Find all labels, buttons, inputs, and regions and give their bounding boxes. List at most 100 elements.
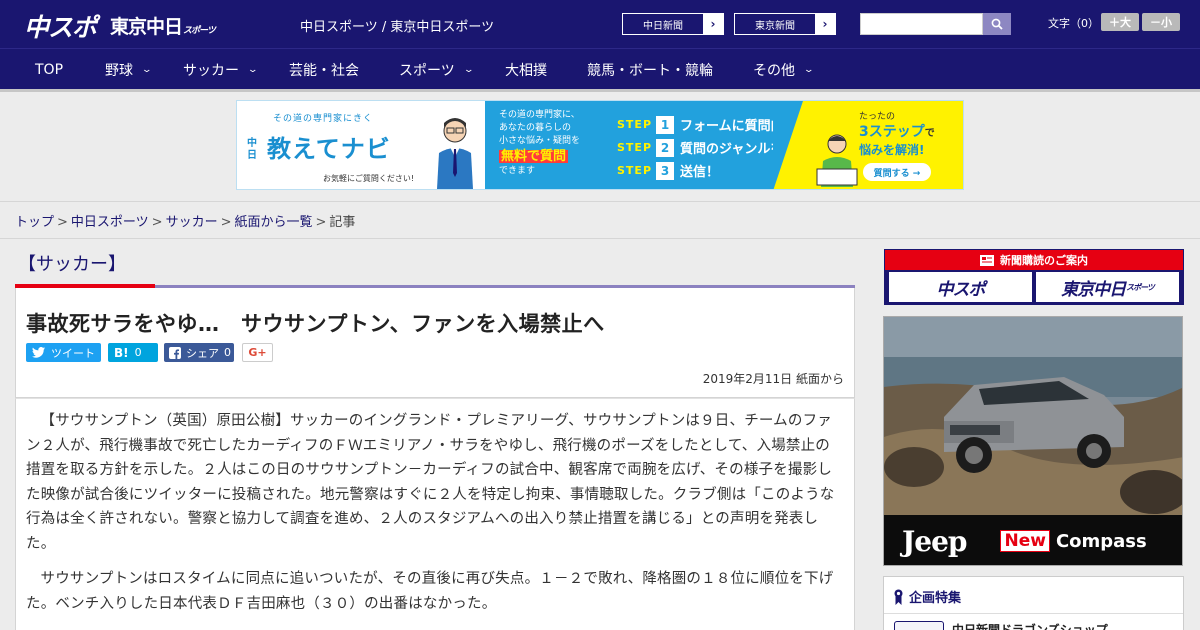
logo-text: 東京中日 (1061, 279, 1126, 300)
divider (0, 238, 1200, 239)
subscription-box[interactable]: 新聞購読のご案内 中スポ 東京中日 スポーツ (884, 249, 1184, 305)
chevron-down-icon: ⌄ (247, 64, 259, 75)
tweet-label: ツイート (51, 346, 95, 360)
article-paragraph: サウサンプトンはロスタイムに同点に追いついたが、その直後に再び失点。１－２で敗れ… (26, 571, 834, 612)
tokyo-chunichi-logo[interactable]: 東京中日スポーツ (110, 12, 216, 39)
tokyo-shimbun-link[interactable]: 東京新聞 › (734, 13, 836, 35)
breadcrumb-top[interactable]: トップ (15, 215, 54, 230)
article-header: 事故死サラをやゆ… サウサンプトン、ファンを入場禁止へ ツイート B! 0 シェ… (15, 288, 855, 398)
ribbon-icon (894, 589, 903, 605)
nav-item-baseball[interactable]: 野球 ⌄ (105, 49, 153, 90)
font-size-decrease-button[interactable]: －小 (1142, 13, 1180, 31)
nav-item-sports[interactable]: スポーツ ⌄ (399, 49, 475, 90)
hatena-bookmark-button[interactable]: B! 0 (108, 343, 158, 362)
tokyo-logo-small: スポーツ (183, 26, 216, 36)
breadcrumb-paper-list[interactable]: 紙面から一覧 (235, 215, 313, 230)
chevron-right-icon: › (815, 14, 835, 34)
banner-brand-small: 中日 (247, 138, 258, 161)
banner-step-3: STEP 3 送信！ (617, 161, 719, 180)
step-word: STEP (617, 164, 653, 177)
jeep-brand: Jeep (902, 524, 967, 558)
chuspo-logo[interactable]: 中スポ (24, 8, 97, 44)
feature-title-text: 企画特集 (909, 591, 962, 606)
breadcrumb-current: 記事 (329, 215, 356, 230)
banner-title-text: 教えてナビ (267, 135, 391, 163)
nav-label: TOP (35, 61, 64, 78)
banner-note: お気軽にご質問ください! (323, 174, 415, 183)
subscription-header: 新聞購読のご案内 (885, 250, 1183, 270)
chevron-down-icon: ⌄ (803, 64, 815, 75)
article-headline: 事故死サラをやゆ… サウサンプトン、ファンを入場禁止へ (26, 312, 605, 336)
banner-cta-big: 3ステップ (859, 124, 925, 140)
banner-sub: その道の専門家にきく (273, 114, 374, 124)
hatena-icon: B! (114, 345, 129, 360)
banner-steps-panel: STEP 1 フォームに質問内容を入力 STEP 2 質問のジャンルを選択 STEP 3 送… (603, 101, 836, 189)
nav-item-soccer[interactable]: サッカー ⌄ (183, 49, 259, 90)
nav-item-sumo[interactable]: 大相撲 (505, 49, 547, 90)
nav-label: 大相撲 (505, 62, 547, 79)
ask-question-button[interactable]: 質問する → (863, 163, 931, 181)
banner-diagonal-shape (773, 101, 803, 189)
banner-desc-line: あなたの暮らしの (499, 123, 572, 133)
step-word: STEP (617, 141, 653, 154)
jeep-compass-ad[interactable]: Jeep New Compass (883, 316, 1183, 566)
nav-item-keiba[interactable]: 競馬・ボート・競輪 (587, 49, 713, 90)
tweet-button[interactable]: ツイート (26, 343, 101, 362)
breadcrumb-soccer[interactable]: サッカー (166, 215, 218, 230)
tokyo-shimbun-label: 東京新聞 (755, 20, 795, 32)
subscription-chuspo-logo[interactable]: 中スポ (889, 272, 1032, 302)
chevron-right-icon: › (703, 14, 723, 34)
step-number: 3 (656, 161, 675, 180)
ad-bottom-bar: Jeep New Compass (884, 515, 1182, 565)
nav-label: サッカー (183, 62, 239, 79)
businessman-illustration-icon (437, 118, 473, 189)
step-number: 1 (656, 115, 675, 134)
search-icon (991, 18, 1003, 30)
nav-label: 競馬・ボート・競輪 (587, 62, 713, 79)
person-laptop-illustration-icon (816, 134, 858, 187)
article-dateline: 2019年2月11日 紙面から (702, 372, 844, 386)
article-body: 【サウサンプトン（英国）原田公樹】サッカーのイングランド・プレミアリーグ、サウサ… (15, 398, 855, 630)
compass-model: Compass (1055, 530, 1147, 552)
breadcrumb: トップ > 中日スポーツ > サッカー > 紙面から一覧 > 記事 (15, 211, 355, 230)
oshiete-navi-banner[interactable]: その道の専門家にきく 中日 教えてナビ お気軽にご質問ください! その道の専門家に… (236, 100, 964, 190)
divider (0, 201, 1200, 202)
banner-desc-line: 小さな悩み・疑問を (499, 136, 581, 146)
banner-cta-suffix: で (924, 128, 935, 139)
breadcrumb-chunichi-sports[interactable]: 中日スポーツ (71, 215, 149, 230)
banner-description-panel: その道の専門家に、 あなたの暮らしの 小さな悩み・疑問を 無料で質問 できます (485, 101, 603, 189)
chunichi-shimbun-link[interactable]: 中日新聞 › (622, 13, 724, 35)
google-plus-button[interactable]: G+ (242, 343, 273, 362)
new-badge: New (1000, 530, 1050, 552)
breadcrumb-sep: > (315, 215, 327, 230)
feature-box: 企画特集 中日新聞ドラゴンズショップ (883, 576, 1184, 630)
feature-thumbnail[interactable] (894, 621, 944, 630)
feature-item-link[interactable]: 中日新聞ドラゴンズショップ (952, 621, 1108, 630)
step-text: 送信！ (680, 165, 720, 180)
facebook-share-count: 0 (224, 346, 231, 359)
subscription-title: 新聞購読のご案内 (1000, 254, 1088, 267)
nav-item-top[interactable]: TOP (35, 49, 63, 90)
banner-desc-line: その道の専門家に、 (499, 110, 580, 120)
search-button[interactable] (983, 13, 1011, 35)
font-size-increase-button[interactable]: ＋大 (1101, 13, 1139, 31)
nav-label: スポーツ (399, 62, 455, 79)
banner-desc-line: できます (499, 166, 536, 176)
article-category[interactable]: 【サッカー】 (18, 250, 126, 276)
chevron-down-icon: ⌄ (141, 64, 153, 75)
search-input[interactable] (860, 13, 983, 35)
divider (884, 613, 1183, 614)
nav-item-entertainment[interactable]: 芸能・社会 (289, 49, 359, 90)
nav-item-other[interactable]: その他 ⌄ (753, 49, 815, 90)
step-word: STEP (617, 118, 653, 131)
facebook-share-button[interactable]: シェア 0 (164, 343, 234, 362)
subscription-tokyo-chunichi-logo[interactable]: 東京中日 スポーツ (1036, 272, 1179, 302)
nav-label: その他 (753, 62, 795, 79)
article-paragraph: 【サウサンプトン（英国）原田公樹】サッカーのイングランド・プレミアリーグ、サウサ… (26, 413, 835, 552)
chunichi-shimbun-label: 中日新聞 (643, 20, 683, 32)
breadcrumb-sep: > (220, 215, 232, 230)
chevron-down-icon: ⌄ (462, 64, 475, 75)
hatena-count: 0 (134, 346, 142, 359)
logo-small-text: スポーツ (1126, 282, 1155, 292)
facebook-icon (169, 346, 181, 359)
